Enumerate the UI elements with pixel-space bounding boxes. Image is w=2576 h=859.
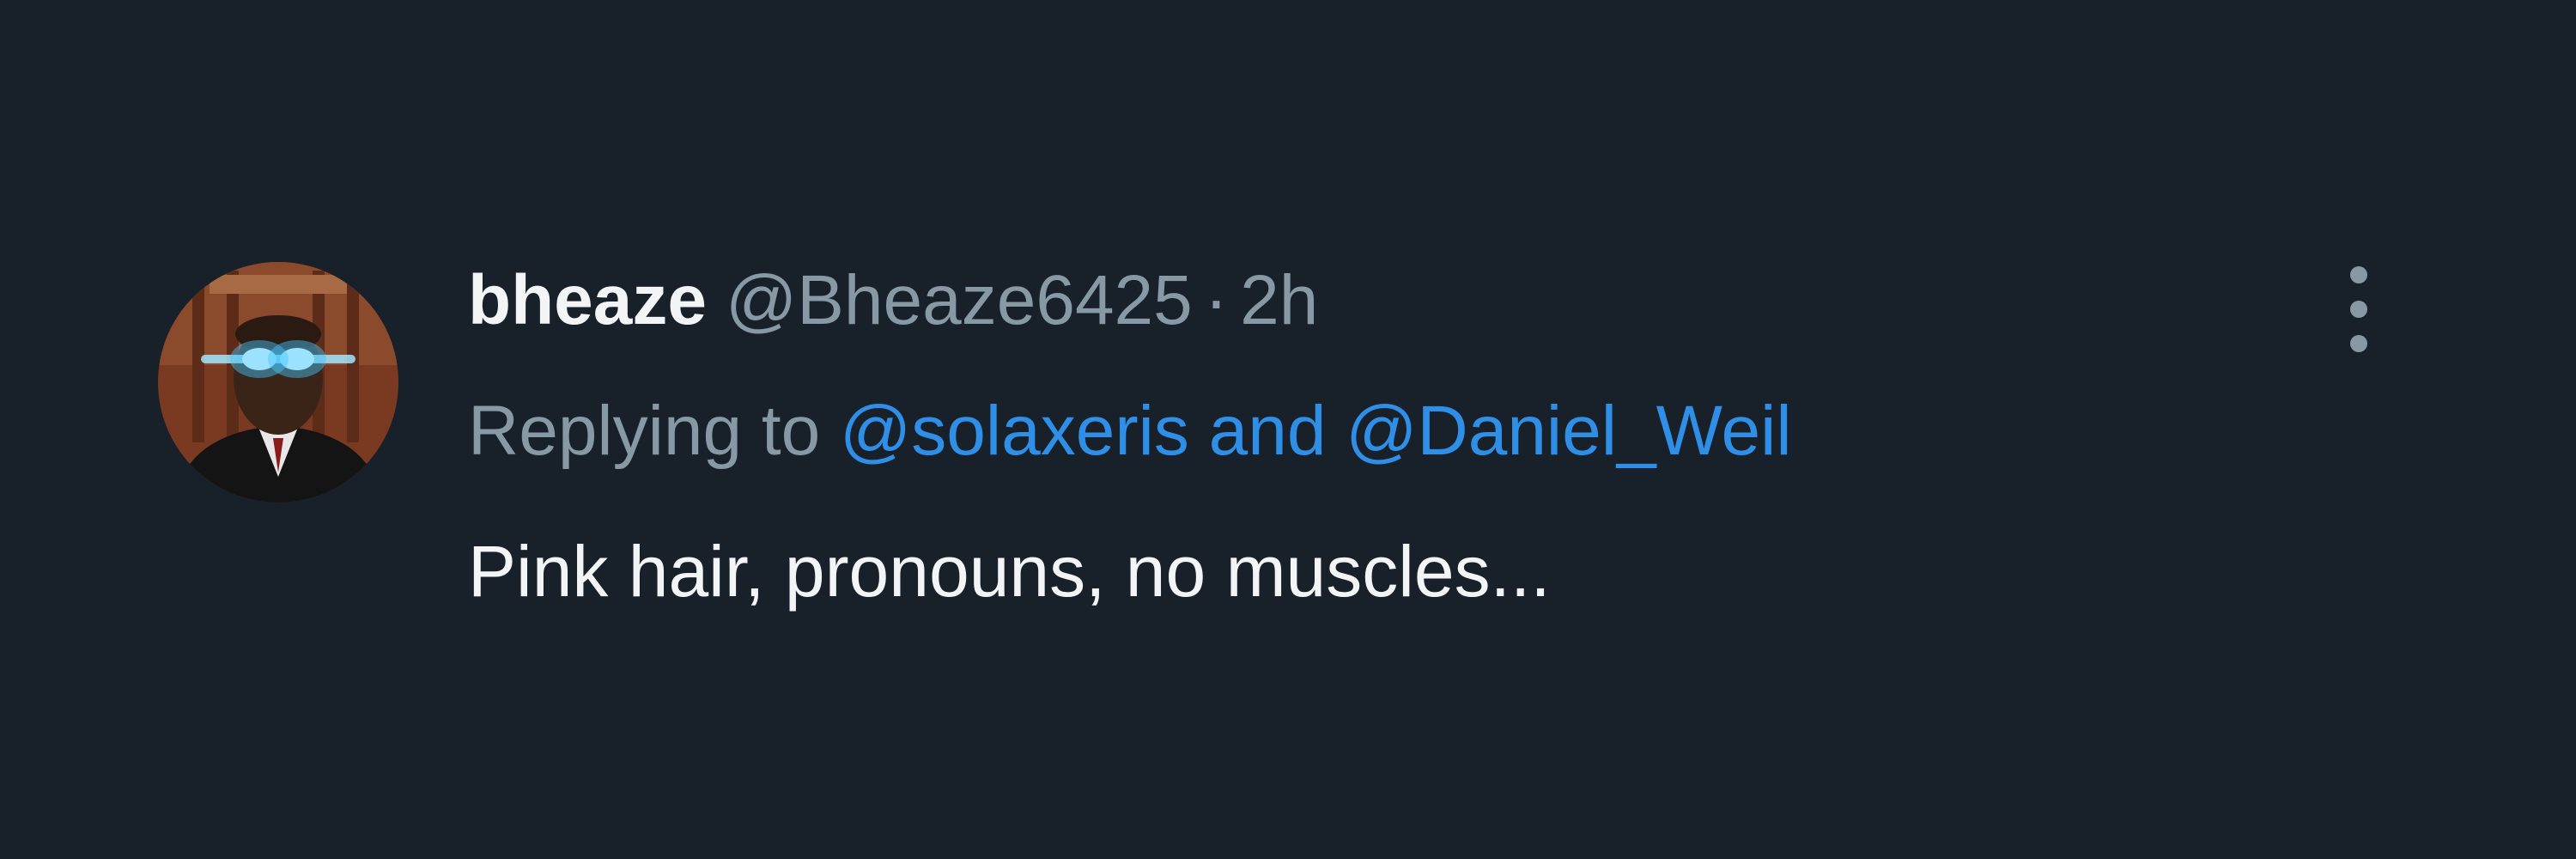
- display-name[interactable]: bheaze: [468, 258, 707, 344]
- tweet-header: bheaze @Bheaze6425 · 2h: [468, 258, 1318, 344]
- replying-to-label: Replying to: [468, 392, 821, 470]
- mention-link-daniel-weil[interactable]: @Daniel_Weil: [1346, 392, 1791, 470]
- separator-dot: ·: [1204, 261, 1229, 339]
- replying-to-line: Replying to @solaxeris and @Daniel_Weil: [468, 388, 1792, 474]
- replying-conjunction: and: [1208, 392, 1327, 470]
- page: bheaze @Bheaze6425 · 2h Replying to @sol…: [0, 0, 2576, 859]
- mention-link-solaxeris[interactable]: @solaxeris: [840, 392, 1189, 470]
- timestamp[interactable]: 2h: [1240, 258, 1318, 344]
- avatar[interactable]: [158, 262, 398, 503]
- avatar-photo: [158, 262, 398, 503]
- user-handle[interactable]: @Bheaze6425: [726, 258, 1193, 344]
- more-options-button[interactable]: [2329, 266, 2389, 352]
- tweet-text: Pink hair, pronouns, no muscles...: [468, 531, 1551, 612]
- tweet-card[interactable]: bheaze @Bheaze6425 · 2h Replying to @sol…: [0, 0, 2576, 859]
